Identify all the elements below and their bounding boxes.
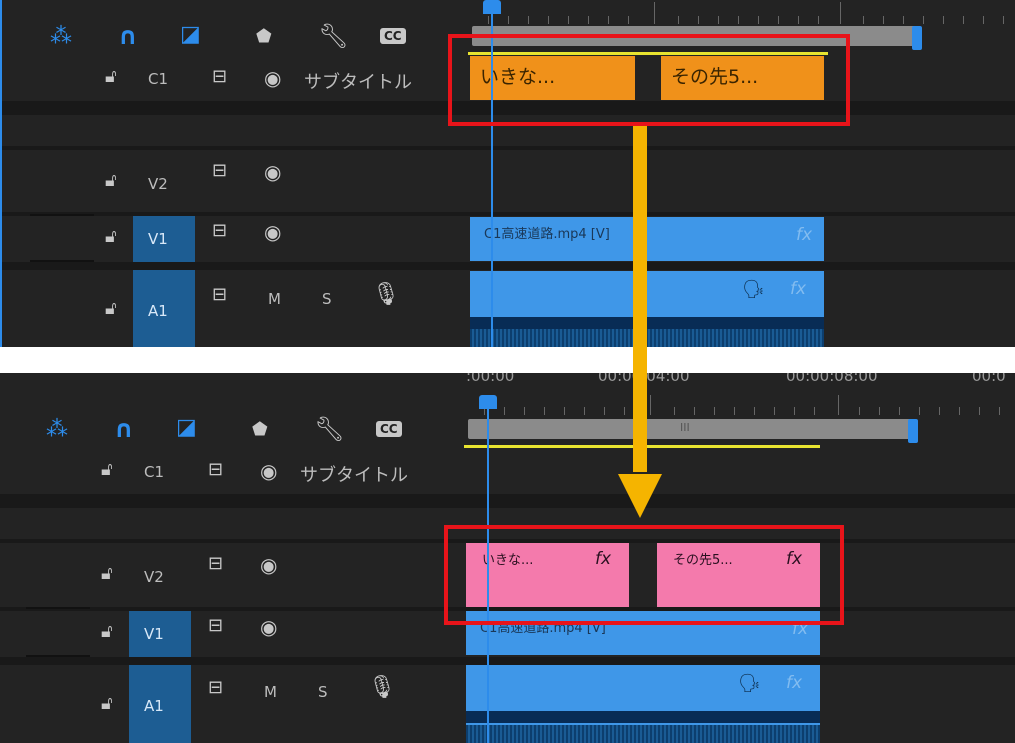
track-name-subtitle: サブタイトル bbox=[300, 465, 408, 486]
mute-button[interactable]: M bbox=[268, 290, 281, 308]
lock-icon[interactable]: 🔓︎ bbox=[105, 228, 117, 246]
arrow-down-icon bbox=[618, 126, 662, 518]
sync-lock-icon[interactable]: ⊟ bbox=[208, 461, 223, 479]
microphone-icon[interactable]: 🎙︎ bbox=[368, 677, 396, 699]
captions-icon[interactable]: CC bbox=[380, 28, 406, 44]
linked-selection-icon[interactable]: ◪ bbox=[176, 417, 197, 439]
zoom-scrollbar[interactable]: III bbox=[468, 419, 916, 439]
track-name-v2: V2 bbox=[148, 175, 168, 193]
timeline-panel-after: :00:00 00:00:04:00 00:00:08:00 00:0 III … bbox=[0, 373, 1015, 743]
wrench-icon[interactable]: 🔧︎ bbox=[314, 417, 344, 441]
lock-icon[interactable]: 🔓︎ bbox=[105, 68, 117, 86]
sync-lock-icon[interactable]: ⊟ bbox=[208, 617, 223, 635]
timecode: 00:00:08:00 bbox=[786, 373, 878, 385]
microphone-icon[interactable]: 🎙︎ bbox=[372, 284, 400, 306]
sync-lock-icon[interactable]: ⊟ bbox=[212, 68, 227, 86]
wrench-icon[interactable]: 🔧︎ bbox=[318, 24, 348, 48]
audio-clip[interactable]: 🗣︎ fx bbox=[466, 665, 820, 743]
timeline-panel-before: ⁂ ∩ ◪ ⬟ 🔧︎ CC 🔓︎ C1 ⊟ ◉ サブタイトル 🔓︎ V2 ⊟ ◉… bbox=[0, 0, 1015, 347]
track-name-c1: C1 bbox=[144, 463, 165, 481]
time-ruler[interactable] bbox=[464, 393, 1015, 415]
eye-icon[interactable]: ◉ bbox=[264, 68, 281, 88]
timecode: :00:00 bbox=[466, 373, 515, 385]
solo-button[interactable]: S bbox=[322, 290, 332, 308]
eye-icon[interactable]: ◉ bbox=[260, 461, 277, 481]
snap-icon[interactable]: ⁂ bbox=[50, 26, 72, 48]
magnet-icon[interactable]: ∩ bbox=[118, 24, 138, 48]
voice-icon: 🗣︎ bbox=[742, 279, 765, 300]
track-name-subtitle: サブタイトル bbox=[304, 72, 412, 93]
lock-icon[interactable]: 🔓︎ bbox=[101, 695, 113, 713]
lock-icon[interactable]: 🔓︎ bbox=[105, 172, 117, 190]
sync-lock-icon[interactable]: ⊟ bbox=[212, 162, 227, 180]
track-name-a1: A1 bbox=[148, 302, 168, 320]
track-name-v1: V1 bbox=[144, 625, 164, 643]
sync-lock-icon[interactable]: ⊟ bbox=[208, 679, 223, 697]
voice-icon: 🗣︎ bbox=[738, 673, 761, 694]
track-name-a1: A1 bbox=[144, 697, 164, 715]
linked-selection-icon[interactable]: ◪ bbox=[180, 24, 201, 46]
mute-button[interactable]: M bbox=[264, 683, 277, 701]
lock-icon[interactable]: 🔓︎ bbox=[101, 461, 113, 479]
lock-icon[interactable]: 🔓︎ bbox=[101, 565, 113, 583]
sync-lock-icon[interactable]: ⊟ bbox=[208, 555, 223, 573]
sync-lock-icon[interactable]: ⊟ bbox=[212, 222, 227, 240]
lock-icon[interactable]: 🔓︎ bbox=[101, 623, 113, 641]
eye-icon[interactable]: ◉ bbox=[264, 222, 281, 242]
track-name-v2: V2 bbox=[144, 568, 164, 586]
eye-icon[interactable]: ◉ bbox=[260, 617, 277, 637]
track-name-v1: V1 bbox=[148, 230, 168, 248]
time-ruler[interactable] bbox=[468, 0, 1015, 24]
scroll-handle[interactable] bbox=[912, 26, 922, 50]
track-name-c1: C1 bbox=[148, 70, 169, 88]
snap-icon[interactable]: ⁂ bbox=[46, 419, 68, 441]
eye-icon[interactable]: ◉ bbox=[264, 162, 281, 182]
marker-icon[interactable]: ⬟ bbox=[256, 28, 272, 46]
sync-lock-icon[interactable]: ⊟ bbox=[212, 286, 227, 304]
eye-icon[interactable]: ◉ bbox=[260, 555, 277, 575]
captions-icon[interactable]: CC bbox=[376, 421, 402, 437]
scroll-handle[interactable] bbox=[908, 419, 918, 443]
magnet-icon[interactable]: ∩ bbox=[114, 417, 134, 441]
solo-button[interactable]: S bbox=[318, 683, 328, 701]
lock-icon[interactable]: 🔓︎ bbox=[105, 300, 117, 318]
timecode: 00:0 bbox=[972, 373, 1006, 385]
marker-icon[interactable]: ⬟ bbox=[252, 421, 268, 439]
highlight-box bbox=[444, 525, 844, 625]
highlight-box bbox=[448, 34, 850, 126]
